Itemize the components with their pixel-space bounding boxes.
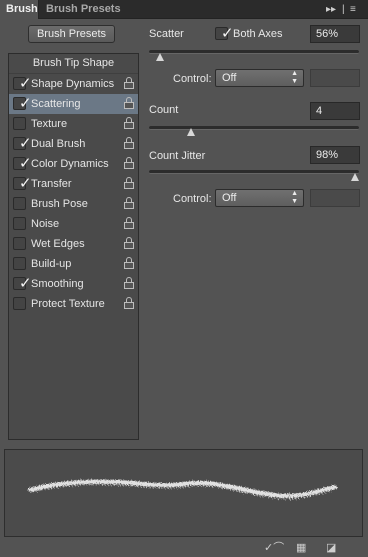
panel-menu-icon[interactable]: ≡: [350, 3, 356, 16]
count-value-field[interactable]: 4: [310, 102, 360, 120]
option-checkbox[interactable]: [13, 257, 26, 270]
option-checkbox[interactable]: ✓: [13, 175, 32, 192]
both-axes-checkbox[interactable]: ✓: [215, 25, 234, 42]
option-row-scattering[interactable]: ✓ Scattering: [9, 94, 138, 114]
lock-icon[interactable]: [124, 177, 134, 189]
option-checkbox[interactable]: ✓: [13, 275, 32, 292]
option-checkbox[interactable]: [13, 197, 26, 210]
brush-tip-shape-item[interactable]: Brush Tip Shape: [9, 54, 138, 74]
option-row-noise[interactable]: Noise: [9, 214, 138, 234]
count-jitter-slider-track[interactable]: [149, 170, 359, 174]
updown-arrows-icon: ▲ ▼: [291, 190, 298, 205]
option-row-shape-dynamics[interactable]: ✓ Shape Dynamics: [9, 74, 138, 94]
check-icon: ✓: [19, 75, 32, 92]
check-icon: ✓: [221, 25, 234, 42]
brush-stroke: [28, 479, 337, 498]
scatter-control-field: [310, 69, 360, 87]
option-row-brush-pose[interactable]: Brush Pose: [9, 194, 138, 214]
scatter-value-field[interactable]: 56%: [310, 25, 360, 43]
separator-icon: |: [342, 4, 345, 15]
both-axes-label: Both Axes: [233, 28, 283, 40]
count-jitter-label: Count Jitter: [149, 150, 206, 162]
option-checkbox[interactable]: [13, 237, 26, 250]
scatter-slider-thumb[interactable]: [155, 53, 164, 61]
stroke-preview-svg: [28, 479, 337, 500]
lock-icon[interactable]: [124, 157, 134, 169]
lock-icon[interactable]: [124, 297, 134, 309]
lock-icon[interactable]: [124, 137, 134, 149]
option-row-color-dynamics[interactable]: ✓ Color Dynamics: [9, 154, 138, 174]
count-slider-track[interactable]: [149, 126, 359, 130]
option-row-transfer[interactable]: ✓ Transfer: [9, 174, 138, 194]
lock-icon[interactable]: [124, 77, 134, 89]
option-checkbox[interactable]: ✓: [13, 95, 32, 112]
option-row-wet-edges[interactable]: Wet Edges: [9, 234, 138, 254]
count-jitter-control-value: Off: [222, 192, 237, 204]
option-checkbox[interactable]: [13, 117, 26, 130]
lock-icon[interactable]: [124, 257, 134, 269]
check-icon: ✓: [19, 135, 32, 152]
option-label: Wet Edges: [31, 238, 85, 250]
brush-presets-button[interactable]: Brush Presets: [28, 25, 115, 43]
option-label: Protect Texture: [31, 298, 105, 310]
scatter-control-label: Control:: [173, 73, 212, 85]
option-row-texture[interactable]: Texture: [9, 114, 138, 134]
scatter-slider-track[interactable]: [149, 50, 359, 54]
brush-options-list: Brush Tip Shape ✓ Shape Dynamics ✓ Scatteri…: [8, 53, 139, 440]
option-checkbox[interactable]: ✓: [13, 75, 32, 92]
tab-brush[interactable]: Brush: [0, 0, 39, 19]
bottom-bar: ✓⌒ ▦ ◪: [0, 539, 368, 557]
option-row-protect-texture[interactable]: Protect Texture: [9, 294, 138, 314]
option-label: Build-up: [31, 258, 72, 270]
count-jitter-control-select[interactable]: Off ▲ ▼: [215, 189, 304, 207]
count-slider-thumb[interactable]: [187, 128, 195, 136]
option-checkbox[interactable]: [13, 217, 26, 230]
grid-icon[interactable]: ▦: [296, 542, 306, 554]
check-icon: ✓: [19, 95, 32, 112]
lock-icon[interactable]: [124, 217, 134, 229]
count-jitter-control-label: Control:: [173, 193, 212, 205]
forward-arrows-icon[interactable]: ▸▸: [326, 3, 336, 16]
option-label: Dual Brush: [31, 138, 86, 150]
option-label: Smoothing: [31, 278, 84, 290]
option-label: Texture: [31, 118, 68, 130]
count-label: Count: [149, 104, 179, 116]
option-checkbox[interactable]: [13, 297, 26, 310]
eye-brush-icon[interactable]: ✓⌒: [264, 542, 284, 554]
check-icon: ✓: [19, 155, 32, 172]
option-checkbox[interactable]: ✓: [13, 135, 32, 152]
check-icon: ✓: [19, 175, 32, 192]
count-jitter-value-field[interactable]: 98%: [310, 146, 360, 164]
option-label: Scattering: [31, 98, 81, 110]
lock-icon[interactable]: [124, 237, 134, 249]
brush-stroke-preview: [4, 449, 363, 537]
option-row-smoothing[interactable]: ✓ Smoothing: [9, 274, 138, 294]
count-jitter-slider-thumb[interactable]: [350, 173, 359, 181]
new-preset-icon[interactable]: ◪: [326, 542, 336, 554]
lock-icon[interactable]: [124, 277, 134, 289]
lock-icon[interactable]: [124, 117, 134, 129]
option-label: Brush Pose: [31, 198, 88, 210]
lock-icon[interactable]: [124, 197, 134, 209]
tab-brush-presets[interactable]: Brush Presets: [40, 0, 127, 19]
updown-arrows-icon: ▲ ▼: [291, 70, 298, 85]
tab-bar: Brush Brush Presets ▸▸ | ≡: [0, 0, 368, 19]
option-label: Shape Dynamics: [31, 78, 115, 90]
scatter-label: Scatter: [149, 28, 184, 40]
option-checkbox[interactable]: ✓: [13, 155, 32, 172]
count-jitter-control-field: [310, 189, 360, 207]
scatter-control-select[interactable]: Off ▲ ▼: [215, 69, 304, 87]
scatter-control-value: Off: [222, 72, 237, 84]
option-row-build-up[interactable]: Build-up: [9, 254, 138, 274]
option-label: Transfer: [31, 178, 72, 190]
option-label: Color Dynamics: [31, 158, 109, 170]
lock-icon[interactable]: [124, 97, 134, 109]
check-icon: ✓: [19, 275, 32, 292]
option-label: Noise: [31, 218, 60, 230]
option-row-dual-brush[interactable]: ✓ Dual Brush: [9, 134, 138, 154]
